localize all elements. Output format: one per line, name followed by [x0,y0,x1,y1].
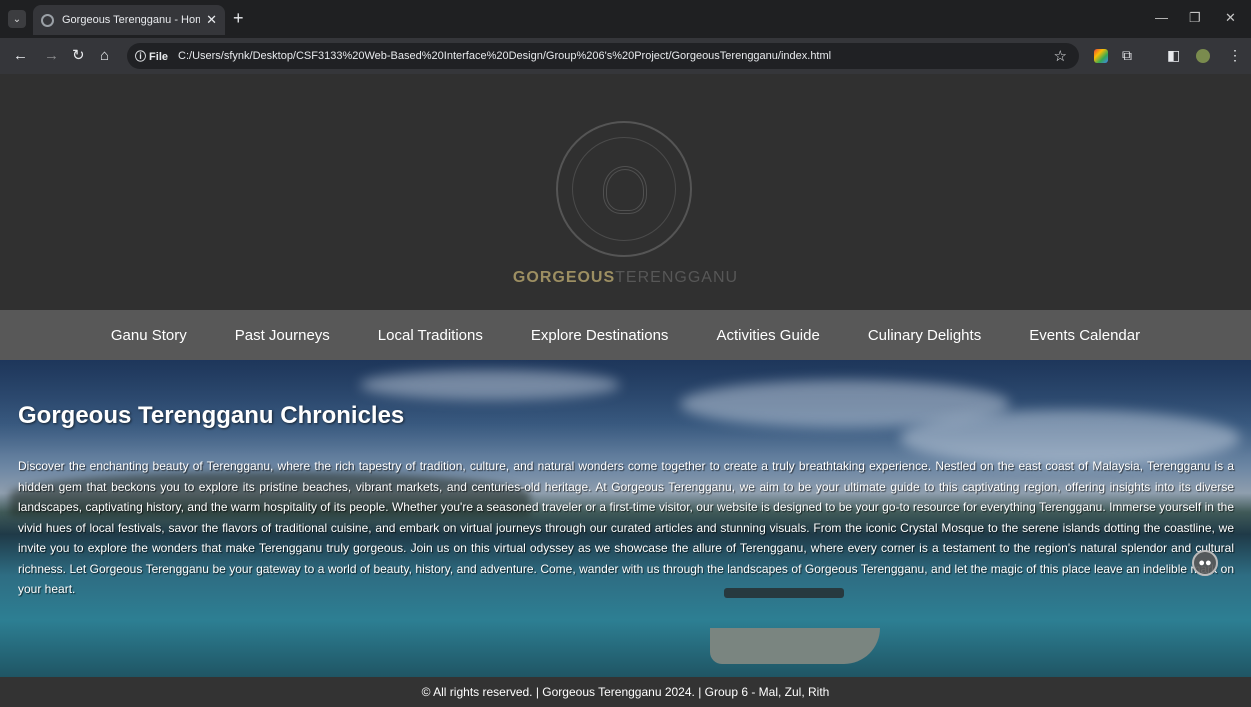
nav-past-journeys[interactable]: Past Journeys [211,327,354,344]
web-page: GORGEOUSTERENGGANU Ganu Story Past Journ… [0,74,1251,707]
tab-title: Gorgeous Terengganu - Homep [62,14,201,26]
tab-search-icon[interactable]: ⌄ [8,10,26,28]
reload-icon[interactable]: ↻ [72,47,85,65]
nav-activities-guide[interactable]: Activities Guide [692,327,843,344]
extension-icon[interactable] [1094,49,1108,63]
hero-description: Discover the enchanting beauty of Tereng… [18,459,1234,596]
nav-explore-destinations[interactable]: Explore Destinations [507,327,693,344]
boat-hull [710,628,880,664]
hero-title: Gorgeous Terengganu Chronicles [18,402,405,429]
close-tab-icon[interactable]: ✕ [206,12,217,28]
nav-ganu-story[interactable]: Ganu Story [87,327,211,344]
back-icon[interactable]: ← [13,47,28,65]
globe-icon [41,13,54,27]
boat-image [710,588,880,668]
brand-wordmark: GORGEOUSTERENGGANU [0,269,1251,287]
forward-icon[interactable]: → [44,47,59,65]
logo-ring [572,137,676,241]
minimize-icon[interactable]: — [1155,10,1168,25]
file-info-chip[interactable]: ⓘ File [135,48,168,64]
url-text[interactable]: C:/Users/sfynk/Desktop/CSF3133%20Web-Bas… [178,50,1054,62]
extensions-puzzle-icon[interactable]: ⧉ [1122,47,1132,64]
footer-copyright: © All rights reserved. | Gorgeous Tereng… [421,685,830,699]
brand-word-gorgeous: GORGEOUS [512,269,616,286]
window-close-icon[interactable]: ✕ [1225,10,1236,26]
bookmark-star-icon[interactable]: ☆ [1054,47,1067,65]
logo-emblem [603,166,647,214]
profile-avatar-icon[interactable] [1196,49,1210,63]
main-nav: Ganu Story Past Journeys Local Tradition… [0,310,1251,360]
nav-events-calendar[interactable]: Events Calendar [1005,327,1164,344]
browser-toolbar: ← → ↻ ⌂ ⓘ File C:/Users/sfynk/Desktop/CS… [0,38,1251,74]
cloud [360,370,620,400]
nav-local-traditions[interactable]: Local Traditions [354,327,507,344]
site-header: GORGEOUSTERENGGANU [0,74,1251,310]
hero-section: Gorgeous Terengganu Chronicles Discover … [0,360,1251,677]
nav-culinary-delights[interactable]: Culinary Delights [844,327,1005,344]
restore-icon[interactable]: ❐ [1189,10,1201,26]
new-tab-icon[interactable]: + [233,9,244,27]
side-panel-icon[interactable]: ◧ [1167,47,1180,64]
address-bar[interactable]: ⓘ File C:/Users/sfynk/Desktop/CSF3133%20… [127,43,1079,69]
home-icon[interactable]: ⌂ [100,47,109,65]
floating-assistant-icon[interactable]: ●● [1192,550,1218,576]
menu-kebab-icon[interactable]: ⋮ [1228,47,1242,64]
site-footer: © All rights reserved. | Gorgeous Tereng… [0,677,1251,707]
browser-tab[interactable]: Gorgeous Terengganu - Homep ✕ [33,5,225,35]
site-logo[interactable] [556,121,692,257]
brand-word-terengganu: TERENGGANU [615,269,739,286]
browser-tab-bar: ⌄ Gorgeous Terengganu - Homep ✕ + — ❐ ✕ [0,0,1251,38]
